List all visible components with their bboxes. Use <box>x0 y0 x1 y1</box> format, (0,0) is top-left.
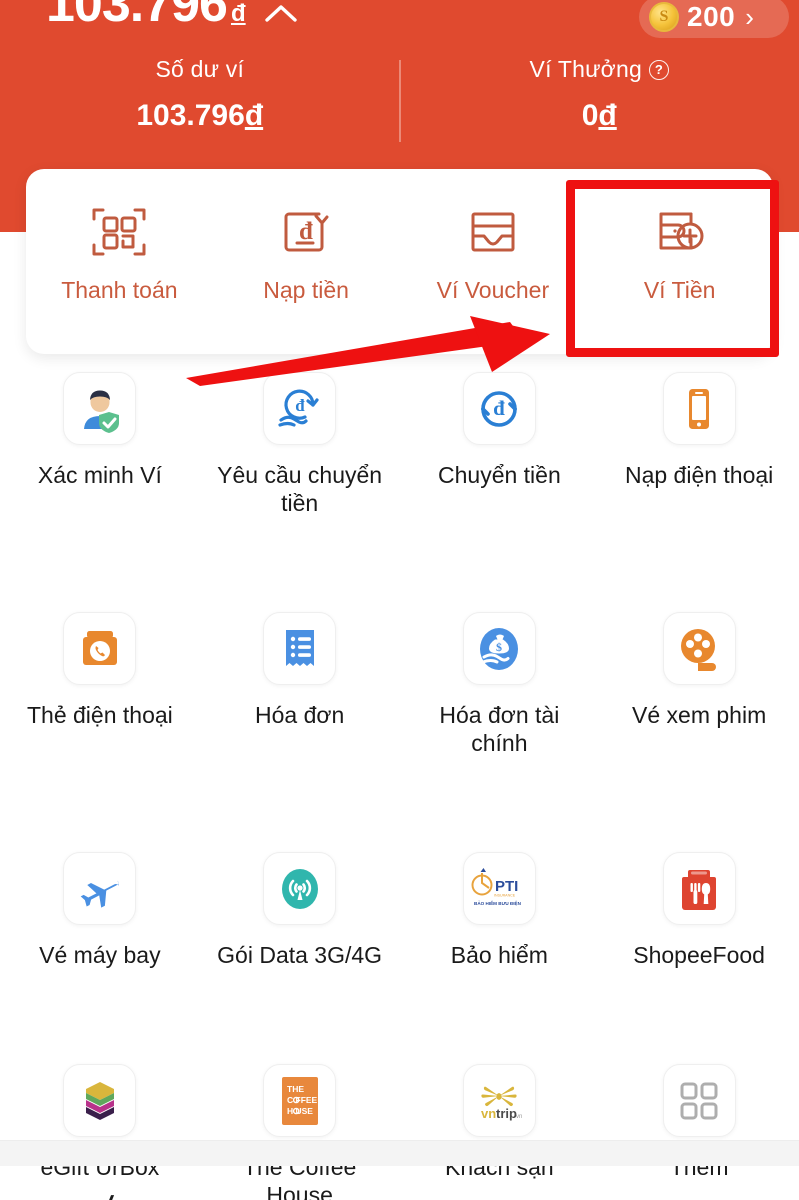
service-row: Vé máy bay Gói Data 3G/4G PTI INSURANCE … <box>0 852 799 969</box>
phone-card-icon <box>63 612 137 686</box>
svg-text:PTI: PTI <box>495 878 518 895</box>
voucher-wallet-icon <box>464 201 522 263</box>
urbox-gift-icon <box>63 1064 137 1138</box>
stat-wallet-balance-value: 103.796đ <box>136 99 264 132</box>
service-goi-data[interactable]: Gói Data 3G/4G <box>200 852 400 969</box>
svg-text:trip: trip <box>496 1106 517 1121</box>
service-nap-dien-thoai[interactable]: Nạp điện thoại <box>599 372 799 517</box>
balance-title-amount: 103.796 <box>46 0 228 33</box>
qr-scan-icon <box>90 201 148 263</box>
mobile-topup-icon <box>662 372 736 445</box>
svg-text:đ: đ <box>494 396 506 420</box>
row-spacer <box>0 969 799 1064</box>
service-label: Hóa đơn tài chính <box>439 702 560 757</box>
service-label: Hóa đơn <box>255 702 345 729</box>
service-bao-hiem[interactable]: PTI INSURANCE BẢO HIỂM BƯU ĐIỆN Bảo hiểm <box>400 852 600 969</box>
svg-text:$: $ <box>496 640 502 654</box>
service-the-coffee-house[interactable]: THE C FFEE H USE The Coffee House <box>200 1064 400 1200</box>
service-chuyen-tien[interactable]: đ Chuyển tiền <box>400 372 600 517</box>
service-row: Thẻ điện thoại Hóa đơn $ Hóa đơn tài chí… <box>0 612 799 757</box>
footer-partial-glyph: / <box>105 1192 123 1200</box>
question-mark-icon[interactable]: ? <box>648 59 669 80</box>
action-nap-tien-label: Nạp tiền <box>263 277 349 303</box>
stat-wallet-balance[interactable]: Số dư ví 103.796đ <box>0 56 400 133</box>
service-shopeefood[interactable]: ShopeeFood <box>599 852 799 969</box>
service-xac-minh-vi[interactable]: Xác minh Ví <box>0 372 200 517</box>
action-thanh-toan[interactable]: Thanh toán <box>26 169 213 354</box>
stat-reward-wallet-label: Ví Thưởng <box>529 56 642 82</box>
footer-band <box>0 1141 799 1166</box>
service-egift-urbox[interactable]: eGift UrBox <box>0 1064 200 1200</box>
service-row: eGift UrBox THE C FFEE H USE The Coffee … <box>0 1064 799 1200</box>
service-label: Gói Data 3G/4G <box>217 942 383 969</box>
finance-bill-icon: $ <box>462 612 536 686</box>
svg-text:vn: vn <box>516 1114 522 1120</box>
service-label: Vé máy bay <box>39 942 161 969</box>
action-nap-tien[interactable]: đ Nạp tiền <box>213 169 400 354</box>
svg-text:BẢO HIỂM BƯU ĐIỆN: BẢO HIỂM BƯU ĐIỆN <box>474 899 522 906</box>
shopeefood-icon <box>662 852 736 926</box>
stat-reward-wallet[interactable]: Ví Thưởng ? 0đ <box>400 56 799 133</box>
service-label: Xác minh Ví <box>37 462 162 488</box>
row-spacer <box>0 517 799 612</box>
svg-text:INSURANCE: INSURANCE <box>494 893 516 897</box>
svg-text:đ: đ <box>295 396 305 415</box>
svg-text:C FFEE: C FFEE <box>287 1095 318 1105</box>
action-vi-voucher[interactable]: Ví Voucher <box>400 169 587 354</box>
transfer-money-icon: đ <box>462 372 536 445</box>
service-grid: Xác minh Ví đ Yêu cầu chuyển tiền đ Chuy… <box>0 372 799 1200</box>
verified-person-icon <box>63 372 137 445</box>
shopee-coin-icon: S <box>649 2 679 32</box>
request-money-icon: đ <box>263 372 337 445</box>
service-label: Thẻ điện thoại <box>26 702 173 729</box>
svg-text:H USE: H USE <box>287 1106 313 1116</box>
more-grid-icon <box>662 1064 736 1138</box>
wallet-screen: 103.796 đ S 200 › Số dư ví 103.796đ Ví T… <box>0 0 799 1200</box>
movie-reel-icon <box>662 612 736 686</box>
data-signal-icon <box>263 852 337 926</box>
svg-text:đ: đ <box>299 218 313 245</box>
stats-divider <box>399 60 401 142</box>
service-label: Yêu cầu chuyển tiền <box>217 462 383 517</box>
service-khach-san[interactable]: vn trip vn Khách sạn <box>400 1064 600 1200</box>
service-row: Xác minh Ví đ Yêu cầu chuyển tiền đ Chuy… <box>0 372 799 517</box>
row-spacer <box>0 757 799 852</box>
bill-icon <box>263 612 337 686</box>
vntrip-logo: vn trip vn <box>462 1064 536 1138</box>
service-hoa-don[interactable]: Hóa đơn <box>200 612 400 757</box>
service-yeu-cau-chuyen-tien[interactable]: đ Yêu cầu chuyển tiền <box>200 372 400 517</box>
wallet-plus-icon <box>651 201 709 263</box>
chevron-up-icon[interactable] <box>264 2 298 30</box>
balance-title[interactable]: 103.796 đ <box>46 0 298 30</box>
stat-wallet-balance-label: Số dư ví <box>155 56 245 82</box>
service-ve-may-bay[interactable]: Vé máy bay <box>0 852 200 969</box>
service-label: Chuyển tiền <box>438 462 561 488</box>
service-the-dien-thoai[interactable]: Thẻ điện thoại <box>0 612 200 757</box>
service-ve-xem-phim[interactable]: Vé xem phim <box>599 612 799 757</box>
action-vi-tien[interactable]: Ví Tiền <box>586 169 773 354</box>
stat-reward-wallet-value: 0đ <box>581 99 617 132</box>
quick-action-card: Thanh toán đ Nạp tiền Ví Voucher Ví Tiền <box>26 169 773 354</box>
action-vi-voucher-label: Ví Voucher <box>436 277 550 303</box>
service-label: ShopeeFood <box>633 942 765 969</box>
balance-title-currency: đ <box>230 0 246 27</box>
service-label: Vé xem phim <box>632 702 767 729</box>
action-vi-tien-label: Ví Tiền <box>643 277 716 303</box>
chevron-right-icon: › <box>745 2 754 32</box>
airplane-icon <box>63 852 137 926</box>
coin-amount: 200 <box>687 1 736 32</box>
coffee-house-logo: THE C FFEE H USE <box>263 1064 337 1138</box>
service-them[interactable]: Thêm <box>599 1064 799 1200</box>
coin-badge[interactable]: S 200 › <box>639 0 789 38</box>
service-label: Bảo hiểm <box>450 942 548 969</box>
svg-text:THE: THE <box>287 1084 304 1094</box>
action-thanh-toan-label: Thanh toán <box>61 277 178 303</box>
svg-text:vn: vn <box>481 1106 496 1121</box>
pti-insurance-logo: PTI INSURANCE BẢO HIỂM BƯU ĐIỆN <box>462 852 536 926</box>
top-up-dong-icon: đ <box>277 201 335 263</box>
service-label: Nạp điện thoại <box>624 462 774 488</box>
service-hoa-don-tai-chinh[interactable]: $ Hóa đơn tài chính <box>400 612 600 757</box>
